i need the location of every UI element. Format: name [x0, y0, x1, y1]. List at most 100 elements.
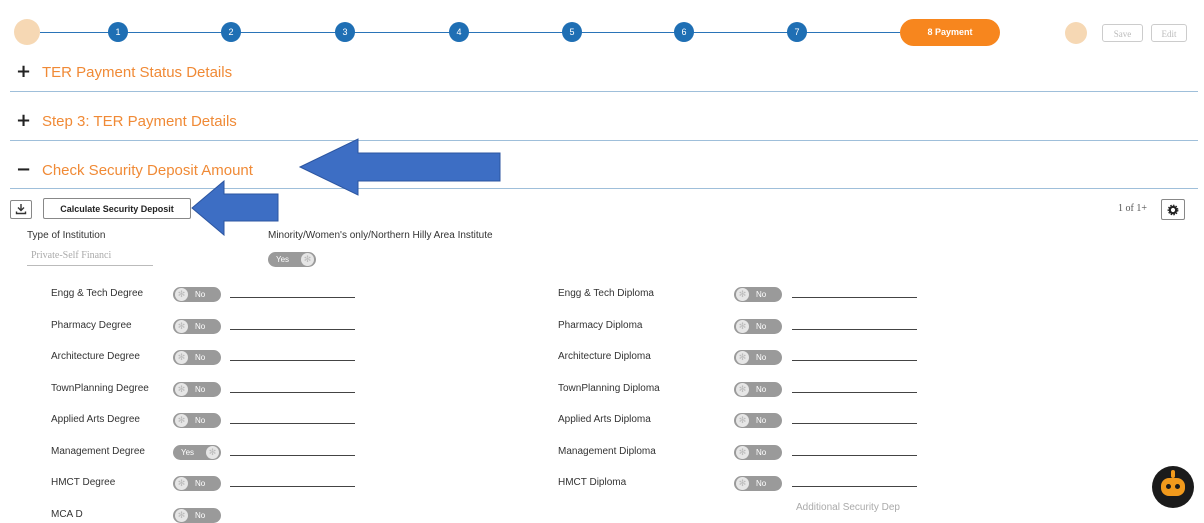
- field-underline: [27, 265, 153, 266]
- section-check-security-deposit[interactable]: − Check Security Deposit Amount: [16, 159, 253, 181]
- amount-field[interactable]: [230, 454, 355, 456]
- amount-field[interactable]: [230, 297, 355, 298]
- toggle-switch[interactable]: Yes ✻: [173, 444, 221, 460]
- expand-icon: +: [16, 110, 32, 131]
- pagination-status: 1 of 1+: [1118, 203, 1147, 214]
- toggle-text: No: [756, 479, 767, 488]
- snowflake-icon: ✻: [175, 288, 188, 301]
- snowflake-icon: ✻: [175, 414, 188, 427]
- step-7[interactable]: 7: [787, 22, 807, 42]
- toggle-switch[interactable]: No ✻: [173, 350, 221, 365]
- toggle-text: No: [756, 353, 767, 362]
- amount-field[interactable]: [230, 360, 355, 361]
- toggle-text: No: [195, 384, 206, 394]
- amount-field[interactable]: [230, 423, 355, 424]
- row-label: TownPlanning Diploma: [558, 382, 660, 394]
- stepper-line: [40, 32, 900, 33]
- section-divider: [10, 140, 1198, 141]
- snowflake-icon: ✻: [736, 414, 749, 427]
- toggle-text: No: [195, 290, 206, 299]
- step-3[interactable]: 3: [335, 22, 355, 42]
- amount-field[interactable]: [792, 328, 917, 330]
- toggle-text: No: [195, 416, 206, 425]
- toggle-text: No: [756, 290, 767, 299]
- toggle-switch[interactable]: No ✻: [173, 507, 221, 523]
- toggle-text: No: [195, 479, 206, 488]
- minority-toggle[interactable]: Yes ✻: [268, 252, 316, 267]
- section-divider: [10, 91, 1198, 92]
- step-final-circle[interactable]: [1065, 22, 1087, 44]
- row-label: Architecture Diploma: [558, 351, 651, 362]
- toggle-switch[interactable]: No ✻: [734, 318, 782, 334]
- toggle-switch[interactable]: No ✻: [734, 381, 782, 397]
- toggle-switch[interactable]: No ✻: [734, 413, 782, 428]
- row-label: Architecture Degree: [51, 351, 140, 362]
- edit-button[interactable]: Edit: [1151, 24, 1187, 42]
- step-4[interactable]: 4: [449, 22, 469, 42]
- snowflake-icon: ✻: [736, 288, 749, 301]
- step-8-payment[interactable]: 8 Payment: [900, 19, 1000, 46]
- type-of-institution-label: Type of Institution: [27, 230, 106, 241]
- amount-field[interactable]: [792, 423, 917, 424]
- save-button[interactable]: Save: [1102, 24, 1143, 42]
- toggle-switch[interactable]: No ✻: [734, 287, 782, 302]
- row-label: Management Diploma: [558, 445, 656, 457]
- section-ter-payment-status[interactable]: + TER Payment Status Details: [16, 61, 232, 83]
- annotation-arrow-icon: [191, 180, 279, 236]
- toggle-text: Yes: [181, 447, 195, 457]
- toggle-text: No: [195, 353, 206, 362]
- gear-icon[interactable]: [1161, 199, 1185, 220]
- snowflake-icon: ✻: [736, 382, 749, 396]
- annotation-arrow-icon: [298, 138, 501, 196]
- row-label: Management Degree: [51, 445, 145, 457]
- step-5[interactable]: 5: [562, 22, 582, 42]
- calculate-security-deposit-button[interactable]: Calculate Security Deposit: [43, 198, 191, 219]
- snowflake-icon: ✻: [175, 508, 188, 522]
- snowflake-icon: ✻: [736, 477, 749, 490]
- section-title: Step 3: TER Payment Details: [42, 112, 237, 130]
- toggle-switch[interactable]: No ✻: [173, 413, 221, 428]
- toggle-text: No: [756, 416, 767, 425]
- row-label: Engg & Tech Degree: [51, 288, 144, 299]
- step-2[interactable]: 2: [221, 22, 241, 42]
- toggle-switch[interactable]: No ✻: [173, 287, 221, 302]
- step-1[interactable]: 1: [108, 22, 128, 42]
- snowflake-icon: ✻: [736, 319, 749, 333]
- section-divider: [10, 188, 1198, 189]
- amount-field[interactable]: [792, 486, 917, 487]
- snowflake-icon: ✻: [175, 351, 188, 364]
- row-label: Pharmacy Degree: [51, 319, 132, 331]
- amount-field[interactable]: [230, 328, 355, 330]
- toggle-switch[interactable]: No ✻: [173, 381, 221, 397]
- toggle-text: No: [756, 384, 767, 394]
- section-title: TER Payment Status Details: [42, 63, 233, 81]
- toggle-switch[interactable]: No ✻: [173, 318, 221, 334]
- download-icon[interactable]: [10, 200, 32, 219]
- step-0-circle[interactable]: [14, 19, 40, 45]
- amount-field[interactable]: [230, 391, 355, 393]
- amount-field[interactable]: [792, 454, 917, 456]
- row-label: MCA D: [51, 508, 83, 520]
- step-6[interactable]: 6: [674, 22, 694, 42]
- minority-institute-label: Minority/Women's only/Northern Hilly Are…: [268, 230, 493, 241]
- snowflake-icon: ✻: [736, 351, 749, 364]
- toggle-text: Yes: [276, 255, 290, 264]
- toggle-text: No: [756, 321, 767, 331]
- toggle-switch[interactable]: No ✻: [734, 350, 782, 365]
- toggle-switch[interactable]: No ✻: [173, 476, 221, 491]
- type-of-institution-value: Private-Self Financi: [31, 250, 112, 261]
- row-label: Applied Arts Diploma: [558, 414, 651, 425]
- amount-field[interactable]: [230, 486, 355, 487]
- toggle-switch[interactable]: No ✻: [734, 444, 782, 460]
- snowflake-icon: ✻: [175, 319, 188, 333]
- amount-field[interactable]: [792, 391, 917, 393]
- toggle-text: No: [195, 510, 206, 520]
- row-label: HMCT Diploma: [558, 477, 627, 488]
- amount-field[interactable]: [792, 360, 917, 361]
- toggle-text: No: [756, 447, 767, 457]
- chatbot-icon[interactable]: [1152, 466, 1194, 508]
- section-ter-payment-details[interactable]: + Step 3: TER Payment Details: [16, 110, 237, 132]
- amount-field[interactable]: [792, 297, 917, 298]
- section-title: Check Security Deposit Amount: [42, 161, 253, 179]
- toggle-switch[interactable]: No ✻: [734, 476, 782, 491]
